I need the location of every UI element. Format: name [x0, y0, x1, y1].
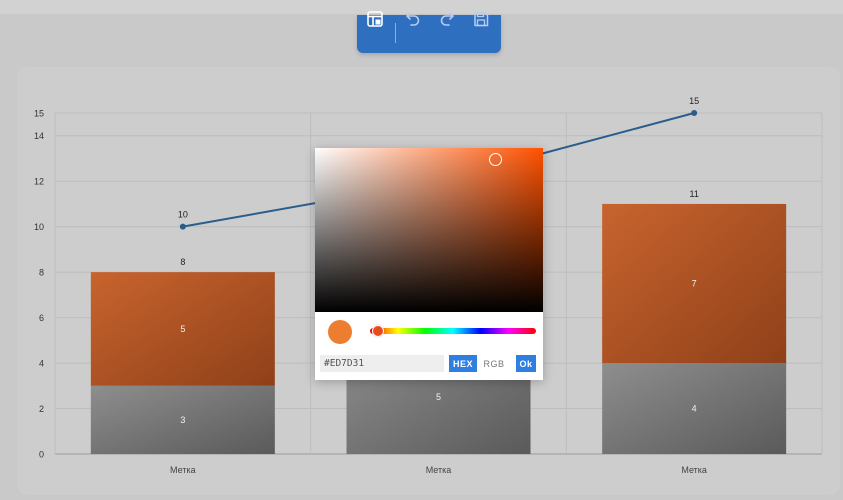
y-tick-label: 0: [39, 450, 44, 460]
bar-segment-label: 7: [692, 279, 697, 289]
color-preview-swatch: [328, 320, 352, 344]
bar-segment-label: 5: [180, 324, 185, 334]
bar-segment-label: 5: [436, 392, 441, 402]
y-tick-label: 4: [39, 359, 44, 369]
hue-slider-handle[interactable]: [372, 325, 384, 337]
bar-segment-label: 3: [180, 415, 185, 425]
x-tick-label: Метка: [681, 465, 707, 475]
line-point-label: 10: [178, 210, 188, 220]
y-tick-label: 8: [39, 268, 44, 278]
saturation-value-handle[interactable]: [489, 153, 502, 166]
ok-button[interactable]: Ok: [516, 355, 536, 372]
line-point: [691, 110, 698, 116]
x-tick-label: Метка: [170, 465, 196, 475]
x-tick-label: Метка: [426, 465, 452, 475]
y-tick-label: 15: [34, 109, 44, 119]
line-point-label: 15: [689, 96, 699, 106]
y-tick-label: 6: [39, 313, 44, 323]
hue-slider[interactable]: [370, 328, 536, 334]
rgb-mode-button[interactable]: RGB: [481, 355, 507, 372]
bar-total-label: 8: [180, 257, 185, 267]
bar-segment-label: 4: [692, 404, 697, 414]
saturation-value-area[interactable]: [315, 148, 543, 312]
y-tick-label: 10: [34, 222, 44, 232]
line-point: [179, 223, 186, 230]
color-picker: HEX RGB Ok: [315, 148, 543, 380]
y-tick-label: 2: [39, 404, 44, 414]
y-tick-label: 12: [34, 177, 44, 187]
hex-mode-button[interactable]: HEX: [449, 355, 477, 372]
y-tick-label: 14: [34, 131, 44, 141]
hex-input[interactable]: [320, 355, 444, 372]
bar-total-label: 11: [689, 189, 698, 199]
